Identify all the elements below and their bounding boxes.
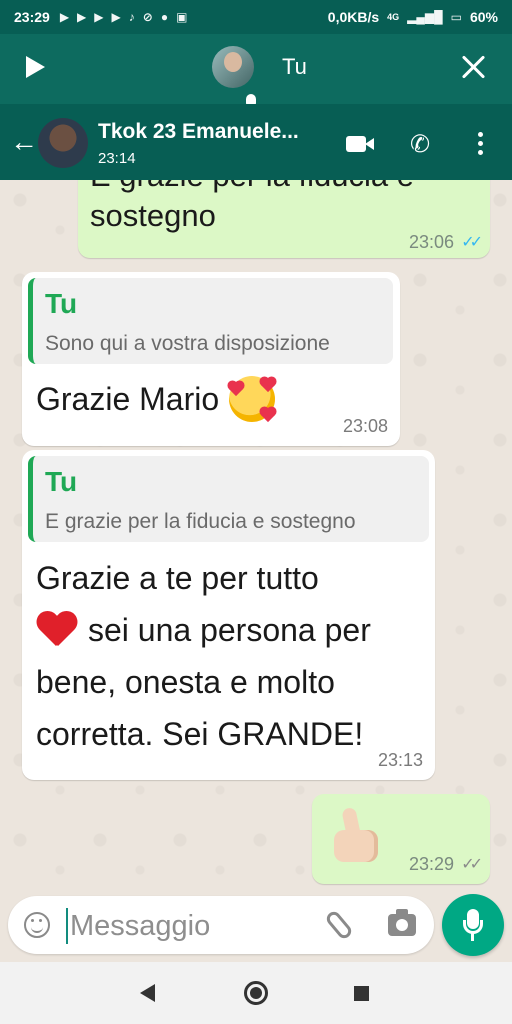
nav-back-icon[interactable] — [140, 984, 155, 1002]
emoji-icon[interactable] — [24, 912, 50, 938]
play-icon[interactable] — [26, 56, 45, 78]
message-composer — [8, 896, 434, 954]
outgoing-message[interactable]: E grazie per la fiducia e sostegno 23:06… — [78, 180, 490, 258]
camera-icon[interactable] — [388, 909, 416, 936]
play-store-icon: ▶ — [94, 10, 104, 24]
message-time: 23:13 — [377, 750, 423, 770]
network-speed: 0,0KB/s — [327, 9, 380, 25]
youtube-icon: ▣ — [176, 10, 188, 24]
smiling-face-with-hearts-icon — [229, 376, 276, 423]
battery-icon: ▭ — [450, 10, 462, 24]
audio-player-bar: Tu — [0, 34, 512, 108]
message-time: 23:29 — [408, 854, 454, 874]
chat-header: ← Tkok 23 Emanuele... 23:14 ✆ — [0, 104, 512, 180]
signal-icon: ▂▄▆█ — [407, 10, 443, 24]
avatar — [212, 46, 254, 88]
battery-percent: 60% — [469, 9, 498, 25]
message-input[interactable] — [70, 906, 310, 946]
outgoing-message[interactable]: 23:29 ✓✓ — [312, 794, 490, 884]
block-icon: ⊘ — [142, 10, 153, 24]
nav-recents-icon[interactable] — [354, 986, 369, 1001]
status-time: 23:29 — [14, 9, 50, 25]
quoted-message[interactable]: Tu Sono qui a vostra disposizione — [28, 278, 393, 364]
thumbs-up-icon — [330, 806, 382, 864]
audio-sender: Tu — [212, 46, 307, 88]
quote-author: Tu — [45, 466, 78, 497]
quoted-message[interactable]: Tu E grazie per la fiducia e sostegno — [28, 456, 429, 542]
play-store-icon: ▶ — [111, 10, 121, 24]
text-caret — [66, 908, 68, 944]
status-bar: 23:29 ▶ ▶ ▶ ▶ ♪ ⊘ ● ▣ 0,0KB/s 4G ▂▄▆█ ▭ … — [0, 0, 512, 34]
quote-text: E grazie per la fiducia e sostegno — [45, 510, 356, 533]
message-time: 23:06 — [408, 232, 454, 252]
nav-home-icon[interactable] — [244, 981, 268, 1005]
more-options-icon[interactable] — [478, 132, 484, 156]
close-icon[interactable] — [460, 54, 486, 80]
play-store-icon: ▶ — [77, 10, 87, 24]
message-text: E grazie per la fiducia e sostegno — [90, 180, 414, 233]
contact-avatar[interactable] — [38, 118, 88, 168]
keyhole-icon: ● — [160, 10, 169, 24]
network-type: 4G — [387, 12, 400, 22]
contact-name[interactable]: Tkok 23 Emanuele... — [98, 120, 328, 144]
incoming-message[interactable]: Tu E grazie per la fiducia e sostegno Gr… — [22, 450, 435, 780]
back-arrow-icon[interactable]: ← — [10, 128, 38, 156]
quote-text: Sono qui a vostra disposizione — [45, 332, 330, 355]
audio-sender-name: Tu — [282, 54, 307, 79]
notification-icons: ▶ ▶ ▶ ▶ ♪ ⊘ ● ▣ — [60, 10, 188, 24]
contact-last-seen: 23:14 — [98, 150, 136, 167]
system-nav-bar — [0, 962, 512, 1024]
message-time: 23:08 — [342, 416, 388, 436]
red-heart-icon — [36, 610, 76, 650]
play-store-icon: ▶ — [59, 10, 70, 24]
phone-call-icon[interactable]: ✆ — [410, 130, 430, 159]
read-ticks-icon: ✓✓ — [461, 234, 483, 251]
voice-record-button[interactable] — [442, 894, 504, 956]
chat-area[interactable]: E grazie per la fiducia e sostegno 23:06… — [0, 180, 512, 892]
attach-paperclip-icon[interactable] — [323, 909, 355, 941]
message-text: Grazie a te per tutto sei una persona pe… — [36, 560, 371, 752]
message-text: Grazie Mario — [36, 376, 276, 423]
tiktok-icon: ♪ — [128, 10, 135, 24]
quote-author: Tu — [45, 288, 78, 319]
video-call-icon[interactable] — [346, 136, 374, 152]
delivered-ticks-icon: ✓✓ — [461, 856, 483, 873]
incoming-message[interactable]: Tu Sono qui a vostra disposizione Grazie… — [22, 272, 400, 446]
